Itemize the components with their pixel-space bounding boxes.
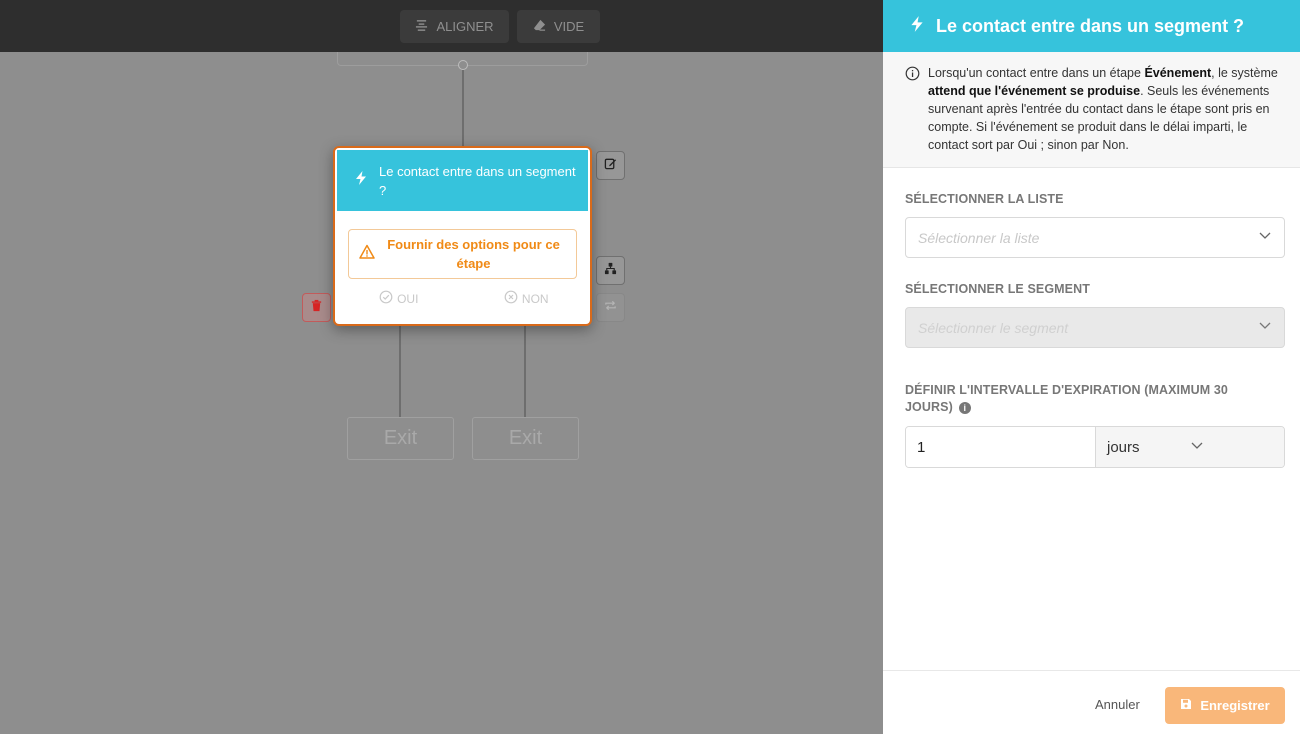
align-icon bbox=[415, 19, 428, 35]
outcome-no: NON bbox=[463, 290, 591, 307]
interval-value-input[interactable] bbox=[906, 427, 1096, 467]
outcome-yes-label: OUI bbox=[397, 291, 419, 306]
info-icon[interactable]: i bbox=[958, 401, 971, 414]
segment-select-placeholder: Sélectionner le segment bbox=[918, 319, 1069, 336]
missing-options-warning: Fournir des options pour ce étape bbox=[348, 229, 577, 279]
check-circle-icon bbox=[379, 290, 393, 307]
warning-icon bbox=[359, 244, 375, 265]
x-circle-icon bbox=[504, 290, 518, 307]
info-circle-icon bbox=[905, 64, 920, 167]
interval-unit-value: jours bbox=[1107, 438, 1140, 456]
interval-unit-select[interactable]: jours bbox=[1096, 427, 1284, 467]
save-button-label: Enregistrer bbox=[1200, 698, 1270, 713]
list-select-placeholder: Sélectionner la liste bbox=[918, 229, 1040, 246]
save-button[interactable]: Enregistrer bbox=[1165, 687, 1285, 724]
workflow-canvas: ALIGNER VIDE Exit Exit Le contact entre … bbox=[0, 0, 883, 734]
connector-line-no bbox=[524, 326, 526, 418]
event-step-node[interactable]: Le contact entre dans un segment ? Fourn… bbox=[333, 146, 592, 326]
node-outcomes: OUI NON bbox=[335, 290, 590, 307]
sitemap-icon bbox=[604, 262, 617, 280]
segment-label: SÉLECTIONNER LE SEGMENT bbox=[905, 282, 1090, 296]
warning-text: Fournir des options pour ce étape bbox=[387, 237, 560, 271]
panel-header: Le contact entre dans un segment ? bbox=[883, 0, 1300, 52]
edit-icon bbox=[604, 157, 617, 175]
delete-step-button[interactable] bbox=[302, 293, 331, 322]
exit-node-no[interactable]: Exit bbox=[472, 417, 579, 460]
step-settings-panel: Le contact entre dans un segment ? Lorsq… bbox=[883, 0, 1300, 734]
event-info-box: Lorsqu'un contact entre dans un étape Év… bbox=[883, 52, 1300, 168]
floppy-disk-icon bbox=[1180, 698, 1192, 713]
canvas-toolbar: ALIGNER VIDE bbox=[0, 0, 883, 52]
chevron-down-icon bbox=[1258, 228, 1272, 247]
clear-button-label: VIDE bbox=[553, 19, 585, 34]
clear-button[interactable]: VIDE bbox=[517, 10, 600, 43]
lightning-icon bbox=[908, 15, 926, 38]
segment-select[interactable]: Sélectionner le segment bbox=[905, 307, 1285, 348]
eraser-icon bbox=[533, 19, 546, 35]
panel-footer: Annuler Enregistrer bbox=[883, 670, 1300, 734]
outcome-no-label: NON bbox=[521, 291, 549, 306]
trash-icon bbox=[310, 299, 323, 317]
connector-handle[interactable] bbox=[458, 60, 468, 70]
repeat-icon bbox=[604, 299, 617, 317]
cancel-button[interactable]: Annuler bbox=[1095, 697, 1140, 712]
list-label: SÉLECTIONNER LA LISTE bbox=[905, 192, 1064, 206]
event-info-text: Lorsqu'un contact entre dans un étape Év… bbox=[928, 66, 1278, 152]
exit-node-yes[interactable]: Exit bbox=[347, 417, 454, 460]
connector-line-yes bbox=[399, 326, 401, 418]
event-step-title: Le contact entre dans un segment ? bbox=[379, 163, 576, 198]
interval-label: DÉFINIR L'INTERVALLE D'EXPIRATION (MAXIM… bbox=[905, 383, 1228, 414]
repeat-step-button[interactable] bbox=[596, 293, 625, 322]
align-button-label: ALIGNER bbox=[436, 19, 494, 34]
lightning-icon bbox=[353, 170, 369, 191]
event-step-header: Le contact entre dans un segment ? bbox=[337, 150, 588, 211]
list-select[interactable]: Sélectionner la liste bbox=[905, 217, 1285, 258]
panel-title: Le contact entre dans un segment ? bbox=[936, 15, 1245, 36]
interval-field: jours bbox=[905, 426, 1285, 468]
connector-line-top bbox=[462, 70, 464, 148]
edit-step-button[interactable] bbox=[596, 151, 625, 180]
chevron-down-icon bbox=[1258, 318, 1272, 337]
chevron-down-icon bbox=[1190, 438, 1273, 456]
branch-step-button[interactable] bbox=[596, 256, 625, 285]
align-button[interactable]: ALIGNER bbox=[400, 10, 509, 43]
outcome-yes: OUI bbox=[335, 290, 463, 307]
